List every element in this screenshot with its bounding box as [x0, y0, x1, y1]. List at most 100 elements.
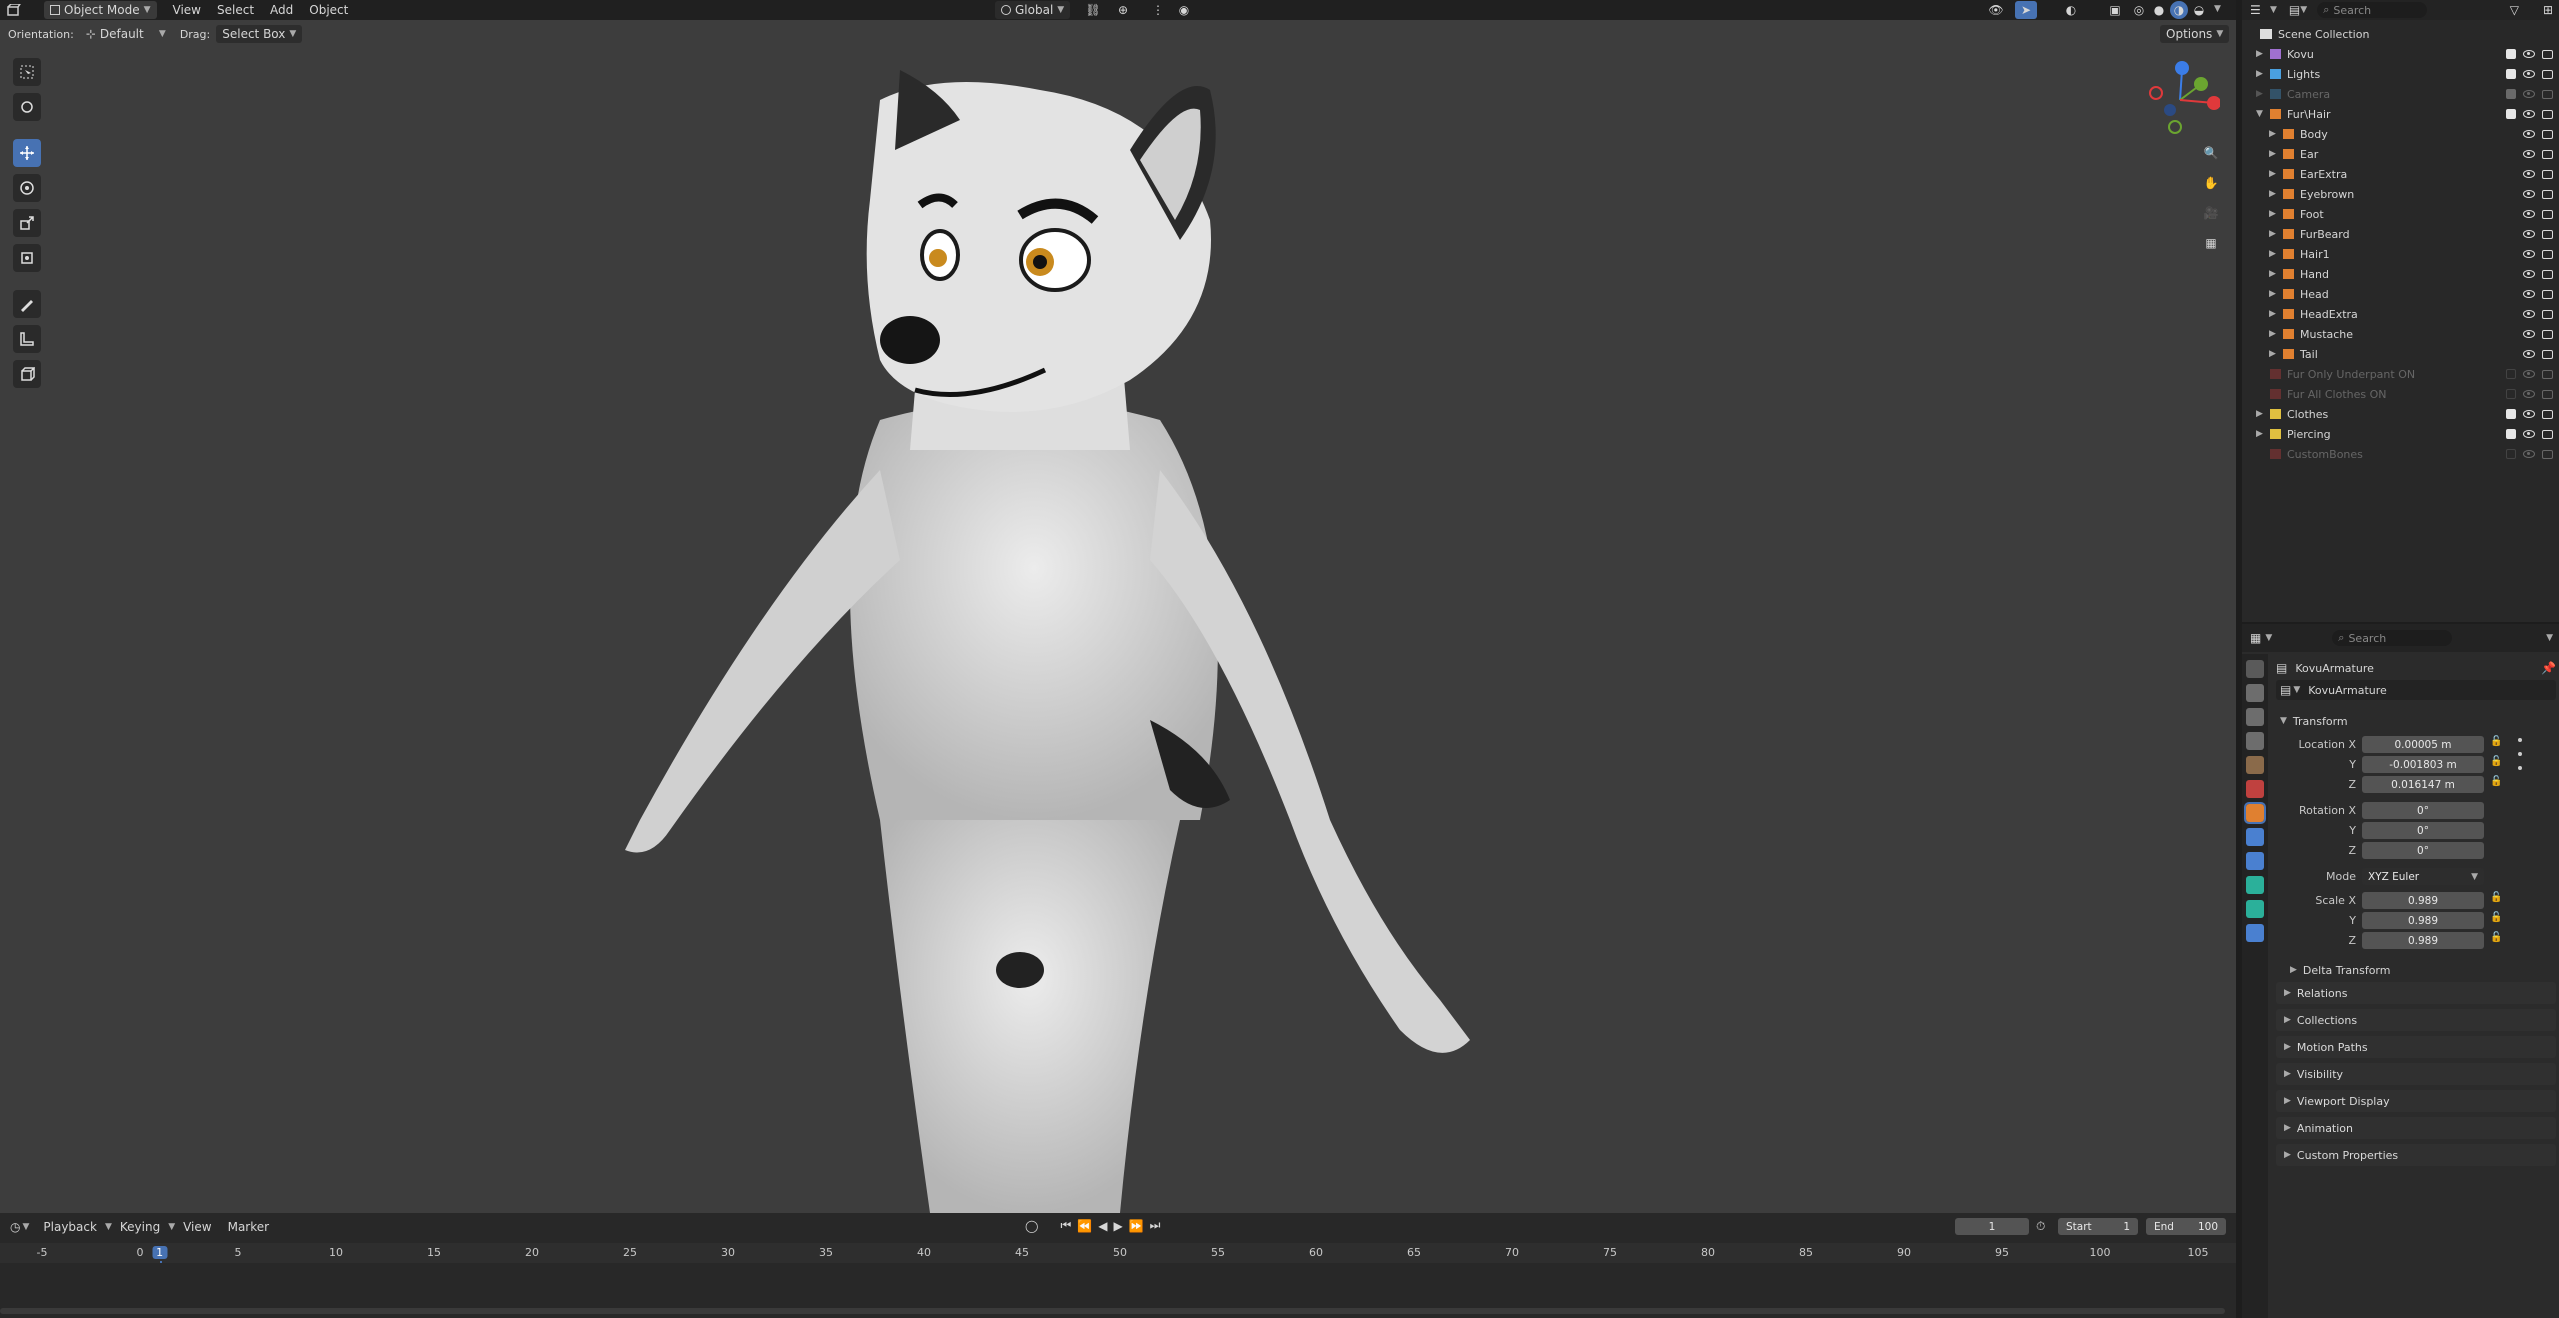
exclude-checkbox[interactable]	[2506, 69, 2516, 79]
material-shading-icon[interactable]: ◑	[2170, 1, 2188, 19]
scale-tool-icon[interactable]	[13, 209, 41, 237]
scene-tab-icon[interactable]	[2246, 756, 2264, 774]
outliner-item[interactable]: ▶ HeadExtra	[2242, 304, 2559, 324]
eye-icon[interactable]	[2523, 190, 2535, 198]
render-camera-icon[interactable]	[2542, 309, 2553, 319]
lock-icon[interactable]: 🔓	[2490, 932, 2502, 949]
render-camera-icon[interactable]	[2542, 69, 2553, 79]
render-camera-icon[interactable]	[2542, 169, 2553, 179]
render-camera-icon[interactable]	[2542, 329, 2553, 339]
render-camera-icon[interactable]	[2542, 409, 2553, 419]
jump-to-keyframe-forward-icon[interactable]: ⏩	[1129, 1219, 1144, 1233]
lock-icon[interactable]: 🔓	[2490, 912, 2502, 929]
eye-icon[interactable]	[2523, 250, 2535, 258]
add-cube-tool-icon[interactable]	[13, 360, 41, 388]
chevron-down-icon[interactable]: ▼	[2546, 633, 2553, 643]
exclude-checkbox[interactable]	[2506, 429, 2516, 439]
outliner-item[interactable]: ▶ Piercing	[2242, 424, 2559, 444]
gizmo-z-axis[interactable]	[2175, 61, 2189, 75]
section-animation[interactable]: ▶ Animation	[2276, 1117, 2556, 1139]
play-icon[interactable]: ▶	[1113, 1219, 1122, 1233]
chevron-down-icon[interactable]: ▼	[2265, 633, 2272, 643]
menu-select[interactable]: Select	[209, 3, 262, 17]
render-camera-icon[interactable]	[2542, 109, 2553, 119]
eye-icon[interactable]	[2523, 150, 2535, 158]
expand-chevron-icon[interactable]: ▶	[2269, 189, 2281, 199]
current-frame-field[interactable]: 1	[1955, 1218, 2029, 1235]
measure-tool-icon[interactable]	[13, 325, 41, 353]
3d-viewport[interactable]: Object Mode ▼ View Select Add Object Glo…	[0, 0, 2236, 1213]
jump-to-end-icon[interactable]: ⏭	[1150, 1218, 1161, 1233]
zoom-icon[interactable]: 🔍	[2200, 142, 2222, 164]
outliner-item[interactable]: ▶ Eyebrown	[2242, 184, 2559, 204]
lock-icon[interactable]: 🔓	[2490, 756, 2502, 773]
scale-y-field[interactable]: 0.989	[2362, 912, 2484, 929]
keyframe-dot-icon[interactable]	[2518, 766, 2522, 770]
keyframe-dot-icon[interactable]	[2518, 738, 2522, 742]
timeline-scrollbar[interactable]	[0, 1308, 2225, 1314]
tool-tab-icon[interactable]	[2246, 660, 2264, 678]
rotation-x-field[interactable]: 0°	[2362, 802, 2484, 819]
scale-x-field[interactable]: 0.989	[2362, 892, 2484, 909]
expand-chevron-icon[interactable]: ▶	[2269, 169, 2281, 179]
render-camera-icon[interactable]	[2542, 249, 2553, 259]
select-box-tool-icon[interactable]	[13, 58, 41, 86]
expand-chevron-icon[interactable]: ▼	[2256, 109, 2268, 119]
outliner-search-input[interactable]: ⌕ Search	[2317, 2, 2428, 18]
eye-icon[interactable]	[2523, 90, 2535, 98]
gizmo-toggle-icon[interactable]: ➤	[2015, 1, 2037, 19]
exclude-checkbox[interactable]	[2506, 409, 2516, 419]
camera-view-icon[interactable]: 🎥	[2200, 202, 2222, 224]
render-camera-icon[interactable]	[2542, 49, 2553, 59]
visibility-icon[interactable]: 👁	[1985, 2, 2007, 18]
expand-chevron-icon[interactable]: ▶	[2269, 289, 2281, 299]
outliner-item[interactable]: ▶ EarExtra	[2242, 164, 2559, 184]
physics-tab-icon[interactable]	[2246, 852, 2264, 870]
new-collection-icon[interactable]: ⊞	[2543, 3, 2553, 17]
render-camera-icon[interactable]	[2542, 389, 2553, 399]
transform-orientation-dropdown[interactable]: Global ▼	[995, 1, 1071, 19]
expand-chevron-icon[interactable]: ▶	[2256, 409, 2268, 419]
stopwatch-icon[interactable]: ⏱	[2036, 1219, 2045, 1234]
options-dropdown[interactable]: Options ▼	[2160, 25, 2230, 43]
expand-chevron-icon[interactable]: ▶	[2269, 129, 2281, 139]
timeline-ruler[interactable]: -5 0 1 5 10 15 20 25 30 35 40 45 50 55 60 65 70 75 80 85 90 9…	[0, 1243, 2236, 1318]
gizmo-x-axis[interactable]	[2207, 96, 2220, 110]
play-reverse-icon[interactable]: ◀	[1098, 1219, 1107, 1233]
snap-icon[interactable]: ⊕	[1110, 2, 1136, 18]
eye-icon[interactable]	[2523, 330, 2535, 338]
exclude-checkbox[interactable]	[2506, 369, 2516, 379]
armature-data-tab-icon[interactable]	[2246, 900, 2264, 918]
keyframe-dot-icon[interactable]	[2518, 752, 2522, 756]
modifier-tab-icon[interactable]	[2246, 828, 2264, 846]
location-x-field[interactable]: 0.00005 m	[2362, 736, 2484, 753]
render-tab-icon[interactable]	[2246, 684, 2264, 702]
section-collections[interactable]: ▶ Collections	[2276, 1009, 2556, 1031]
render-camera-icon[interactable]	[2542, 429, 2553, 439]
outliner-item[interactable]: CustomBones	[2242, 444, 2559, 464]
transform-section-header[interactable]: ▼ Transform	[2276, 710, 2556, 732]
timeline-menu-playback[interactable]: Playback	[35, 1220, 105, 1234]
eye-icon[interactable]	[2523, 430, 2535, 438]
outliner-item[interactable]: ▶ Clothes	[2242, 404, 2559, 424]
eye-icon[interactable]	[2523, 290, 2535, 298]
eye-icon[interactable]	[2523, 130, 2535, 138]
exclude-checkbox[interactable]	[2506, 449, 2516, 459]
expand-chevron-icon[interactable]: ▶	[2256, 89, 2268, 99]
outliner-item[interactable]: ▶ FurBeard	[2242, 224, 2559, 244]
rotation-mode-dropdown[interactable]: XYZ Euler ▼	[2362, 868, 2484, 885]
xray-icon[interactable]: ▣	[2105, 2, 2125, 18]
render-camera-icon[interactable]	[2542, 289, 2553, 299]
outliner-editor-icon[interactable]: ☰	[2250, 3, 2270, 17]
rotation-z-field[interactable]: 0°	[2362, 842, 2484, 859]
chevron-down-icon[interactable]: ▼	[2300, 5, 2307, 15]
expand-chevron-icon[interactable]: ▶	[2269, 309, 2281, 319]
display-mode-icon[interactable]: ▤	[2289, 3, 2300, 17]
expand-chevron-icon[interactable]: ▶	[2269, 269, 2281, 279]
navigation-gizmo[interactable]	[2140, 55, 2220, 135]
timeline-menu-keying[interactable]: Keying	[112, 1220, 168, 1234]
proportional-editing-icon[interactable]: ◉	[1175, 2, 1193, 18]
section-motion-paths[interactable]: ▶ Motion Paths	[2276, 1036, 2556, 1058]
timeline-editor-icon[interactable]: ◷	[10, 1220, 20, 1234]
shading-options-chevron-icon[interactable]: ▼	[2214, 4, 2221, 14]
